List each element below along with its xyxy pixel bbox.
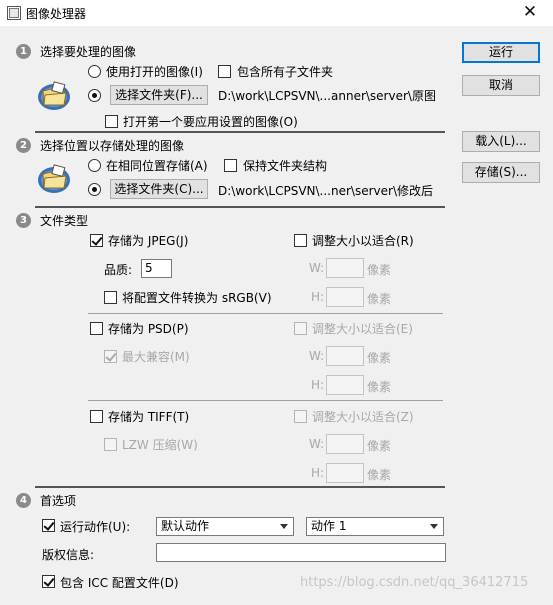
save-as-jpeg-label: 存储为 JPEG(J) xyxy=(108,234,189,248)
open-first-image-label: 打开第一个要应用设置的图像(O) xyxy=(123,115,298,129)
step-1-badge: 1 xyxy=(16,44,31,59)
tiff-width-label: W: xyxy=(309,437,325,451)
step-4-badge: 4 xyxy=(16,493,31,508)
lzw-compression-label: LZW 压缩(W) xyxy=(122,438,198,452)
folder-save-icon xyxy=(38,164,70,193)
save-settings-button[interactable]: 存储(S)... xyxy=(462,162,540,183)
psd-resize-checkbox[interactable] xyxy=(294,322,307,335)
tiff-height-label: H: xyxy=(311,466,325,480)
jpeg-resize-label: 调整大小以适合(R) xyxy=(312,234,414,248)
cancel-button[interactable]: 取消 xyxy=(462,75,540,96)
title-bar: 图像处理器 ✕ xyxy=(0,0,553,26)
select-source-folder-button[interactable]: 选择文件夹(F)... xyxy=(110,85,208,105)
run-action-label: 运行动作(U): xyxy=(60,520,131,534)
select-dest-folder-radio[interactable] xyxy=(88,183,101,196)
quality-input[interactable]: 5 xyxy=(141,259,172,278)
quality-label: 品质: xyxy=(104,263,133,277)
source-folder-path: D:\work\LCPSVN\...anner\server\原图 xyxy=(218,89,436,103)
section-4-title: 首选项 xyxy=(40,494,77,508)
save-as-tiff-label: 存储为 TIFF(T) xyxy=(108,410,190,424)
jpeg-height-label: H: xyxy=(311,290,325,304)
load-button[interactable]: 载入(L)... xyxy=(462,131,540,152)
use-open-images-radio[interactable] xyxy=(88,65,101,78)
section-3-title: 文件类型 xyxy=(40,214,89,228)
run-button[interactable]: 运行 xyxy=(462,42,540,63)
action-set-select[interactable]: 默认动作 xyxy=(156,517,294,536)
tiff-width-input[interactable] xyxy=(326,434,364,454)
action-value: 动作 1 xyxy=(311,519,347,533)
tiff-width-unit: 像素 xyxy=(367,439,392,453)
jpeg-height-unit: 像素 xyxy=(367,292,392,306)
tiff-resize-label: 调整大小以适合(Z) xyxy=(312,410,414,424)
close-icon[interactable]: ✕ xyxy=(512,1,548,25)
psd-resize-label: 调整大小以适合(E) xyxy=(312,322,413,336)
select-dest-folder-button[interactable]: 选择文件夹(C)... xyxy=(110,179,208,199)
section-2-title: 选择位置以存储处理的图像 xyxy=(40,139,185,153)
watermark: https://blog.csdn.net/qq_36412715 xyxy=(300,575,529,590)
psd-height-input[interactable] xyxy=(326,375,364,395)
same-location-label: 在相同位置存储(A) xyxy=(106,159,208,173)
chevron-down-icon xyxy=(280,524,288,529)
select-folder-radio[interactable] xyxy=(88,89,101,102)
psd-width-unit: 像素 xyxy=(367,351,392,365)
psd-height-label: H: xyxy=(311,378,325,392)
maximize-compat-checkbox[interactable] xyxy=(104,350,117,363)
lzw-compression-checkbox[interactable] xyxy=(104,438,117,451)
action-select[interactable]: 动作 1 xyxy=(306,517,444,536)
include-subfolders-label: 包含所有子文件夹 xyxy=(237,65,334,79)
maximize-compat-label: 最大兼容(M) xyxy=(122,350,190,364)
tiff-height-unit: 像素 xyxy=(367,468,392,482)
dest-folder-path: D:\work\LCPSVN\...ner\server\修改后 xyxy=(218,184,433,198)
tiff-height-input[interactable] xyxy=(326,463,364,483)
tiff-resize-checkbox[interactable] xyxy=(294,410,307,423)
jpeg-resize-checkbox[interactable] xyxy=(294,234,307,247)
convert-srgb-checkbox[interactable] xyxy=(104,291,117,304)
jpeg-height-input[interactable] xyxy=(326,287,364,307)
keep-folder-structure-checkbox[interactable] xyxy=(224,159,237,172)
app-icon xyxy=(7,6,21,20)
step-2-badge: 2 xyxy=(16,138,31,153)
same-location-radio[interactable] xyxy=(88,159,101,172)
section-1-title: 选择要处理的图像 xyxy=(40,45,137,59)
jpeg-psd-divider xyxy=(88,313,443,314)
psd-height-unit: 像素 xyxy=(367,380,392,394)
section-2-divider xyxy=(35,206,445,208)
psd-width-input[interactable] xyxy=(326,346,364,366)
chevron-down-icon xyxy=(430,524,438,529)
jpeg-width-input[interactable] xyxy=(326,258,364,278)
section-3-divider xyxy=(35,486,445,488)
step-3-badge: 3 xyxy=(16,213,31,228)
copyright-label: 版权信息: xyxy=(42,548,95,562)
save-as-psd-checkbox[interactable] xyxy=(90,322,103,335)
save-as-psd-label: 存储为 PSD(P) xyxy=(108,322,189,336)
psd-width-label: W: xyxy=(309,349,325,363)
keep-folder-structure-label: 保持文件夹结构 xyxy=(243,159,328,173)
include-icc-checkbox[interactable] xyxy=(42,575,55,588)
psd-tiff-divider xyxy=(88,400,443,401)
include-subfolders-checkbox[interactable] xyxy=(218,65,231,78)
use-open-images-label: 使用打开的图像(I) xyxy=(106,65,203,79)
action-set-value: 默认动作 xyxy=(161,519,210,533)
include-icc-label: 包含 ICC 配置文件(D) xyxy=(60,576,179,590)
save-as-tiff-checkbox[interactable] xyxy=(90,410,103,423)
copyright-input[interactable] xyxy=(156,543,446,562)
jpeg-width-label: W: xyxy=(309,261,325,275)
window-title: 图像处理器 xyxy=(26,7,87,21)
section-1-divider xyxy=(35,131,445,133)
save-as-jpeg-checkbox[interactable] xyxy=(90,234,103,247)
open-first-image-checkbox[interactable] xyxy=(105,115,118,128)
jpeg-width-unit: 像素 xyxy=(367,263,392,277)
convert-srgb-label: 将配置文件转换为 sRGB(V) xyxy=(122,291,272,305)
run-action-checkbox[interactable] xyxy=(42,519,55,532)
folder-images-icon xyxy=(38,81,70,110)
